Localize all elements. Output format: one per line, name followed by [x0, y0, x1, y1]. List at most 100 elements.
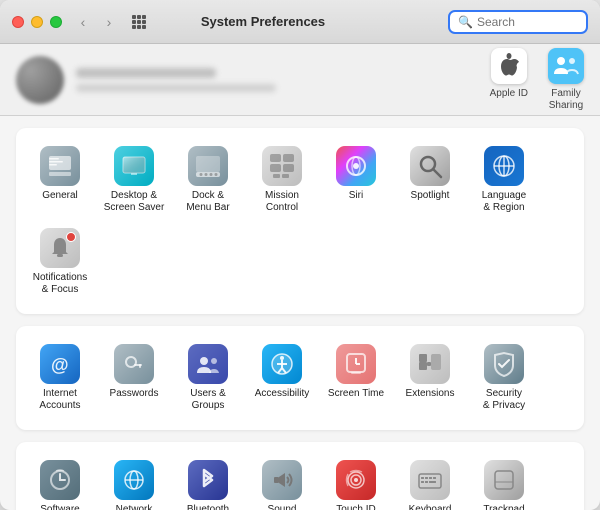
keyboard-label: Keyboard: [409, 504, 452, 510]
users-icon: [188, 344, 228, 384]
dock-svg: [194, 152, 222, 180]
siri-icon: [336, 146, 376, 186]
internet-label: InternetAccounts: [39, 388, 80, 412]
pref-item-security[interactable]: Security& Privacy: [468, 338, 540, 418]
pref-item-bluetooth[interactable]: Bluetooth: [172, 454, 244, 510]
passwords-icon: [114, 344, 154, 384]
notification-badge: [66, 232, 76, 242]
section-2-grid: @ InternetAccounts Passwords: [24, 338, 576, 418]
system-preferences-window: ‹ › System Preferences 🔍: [0, 0, 600, 510]
pref-item-spotlight[interactable]: Spotlight: [394, 140, 466, 220]
user-name-blur: [76, 68, 216, 78]
accessibility-svg: [268, 350, 296, 378]
desktop-svg: [120, 152, 148, 180]
notifications-wrapper: [46, 234, 74, 262]
general-label: General: [42, 190, 78, 202]
spotlight-icon: [410, 146, 450, 186]
pref-item-software[interactable]: SoftwareUpdate: [24, 454, 96, 510]
user-info: [76, 68, 478, 92]
passwords-svg: [120, 350, 148, 378]
trackpad-label: Trackpad: [483, 504, 524, 510]
apple-id-label: Apple ID: [490, 88, 528, 100]
section-3-grid: SoftwareUpdate Network: [24, 454, 576, 510]
security-icon: [484, 344, 524, 384]
accessibility-label: Accessibility: [255, 388, 309, 400]
general-svg: [47, 153, 73, 179]
language-icon: [484, 146, 524, 186]
traffic-lights: [12, 16, 62, 28]
window-title: System Preferences: [78, 14, 448, 29]
pref-item-internet[interactable]: @ InternetAccounts: [24, 338, 96, 418]
notifications-icon: [40, 228, 80, 268]
trackpad-svg: [490, 466, 518, 494]
security-label: Security& Privacy: [483, 388, 525, 412]
pref-item-notifications[interactable]: Notifications& Focus: [24, 222, 96, 302]
internet-icon: @: [40, 344, 80, 384]
users-svg: [194, 350, 222, 378]
software-label: SoftwareUpdate: [40, 504, 79, 510]
pref-item-language[interactable]: Language& Region: [468, 140, 540, 220]
avatar: [16, 56, 64, 104]
siri-svg: [342, 152, 370, 180]
minimize-button[interactable]: [31, 16, 43, 28]
pref-item-sound[interactable]: Sound: [246, 454, 318, 510]
search-bar[interactable]: 🔍: [448, 10, 588, 34]
bluetooth-svg: [194, 466, 222, 494]
network-label: Network: [116, 504, 153, 510]
pref-item-users[interactable]: Users &Groups: [172, 338, 244, 418]
section-3: SoftwareUpdate Network: [16, 442, 584, 510]
extensions-label: Extensions: [406, 388, 455, 400]
sound-icon: [262, 460, 302, 500]
passwords-label: Passwords: [110, 388, 159, 400]
accessibility-icon: [262, 344, 302, 384]
pref-item-passwords[interactable]: Passwords: [98, 338, 170, 418]
main-content: General Desktop &Screen Saver: [0, 116, 600, 510]
general-icon: [40, 146, 80, 186]
apple-id-icon: [491, 48, 527, 84]
screentime-svg: [342, 350, 370, 378]
pref-item-trackpad[interactable]: Trackpad: [468, 454, 540, 510]
pref-item-keyboard[interactable]: Keyboard: [394, 454, 466, 510]
language-svg: [490, 152, 518, 180]
pref-item-extensions[interactable]: Extensions: [394, 338, 466, 418]
pref-item-network[interactable]: Network: [98, 454, 170, 510]
security-svg: [490, 350, 518, 378]
software-icon: [40, 460, 80, 500]
search-input[interactable]: [477, 15, 587, 29]
pref-item-screentime[interactable]: Screen Time: [320, 338, 392, 418]
keyboard-svg: [416, 466, 444, 494]
pref-item-siri[interactable]: Siri: [320, 140, 392, 220]
dock-icon: [188, 146, 228, 186]
siri-label: Siri: [349, 190, 363, 202]
screentime-label: Screen Time: [328, 388, 384, 400]
pref-item-touchid[interactable]: Touch ID: [320, 454, 392, 510]
pref-item-dock[interactable]: Dock &Menu Bar: [172, 140, 244, 220]
family-sharing-label: FamilySharing: [549, 88, 583, 112]
network-icon: [114, 460, 154, 500]
close-button[interactable]: [12, 16, 24, 28]
profile-actions: Apple ID FamilySharing: [490, 48, 584, 112]
touchid-svg: [342, 466, 370, 494]
mission-icon: [262, 146, 302, 186]
extensions-icon: [410, 344, 450, 384]
maximize-button[interactable]: [50, 16, 62, 28]
user-subtitle-blur: [76, 84, 276, 92]
language-label: Language& Region: [482, 190, 527, 214]
section-2: @ InternetAccounts Passwords: [16, 326, 584, 430]
apple-id-item[interactable]: Apple ID: [490, 48, 528, 112]
sound-svg: [268, 466, 296, 494]
screentime-icon: [336, 344, 376, 384]
pref-item-desktop[interactable]: Desktop &Screen Saver: [98, 140, 170, 220]
pref-item-general[interactable]: General: [24, 140, 96, 220]
pref-item-mission[interactable]: MissionControl: [246, 140, 318, 220]
profile-section: Apple ID FamilySharing: [0, 44, 600, 116]
keyboard-icon: [410, 460, 450, 500]
users-label: Users &Groups: [190, 388, 226, 412]
touchid-icon: [336, 460, 376, 500]
section-1-grid: General Desktop &Screen Saver: [24, 140, 576, 302]
mission-svg: [268, 152, 296, 180]
dock-label: Dock &Menu Bar: [186, 190, 229, 214]
extensions-svg: [416, 350, 444, 378]
family-sharing-item[interactable]: FamilySharing: [548, 48, 584, 112]
pref-item-accessibility[interactable]: Accessibility: [246, 338, 318, 418]
